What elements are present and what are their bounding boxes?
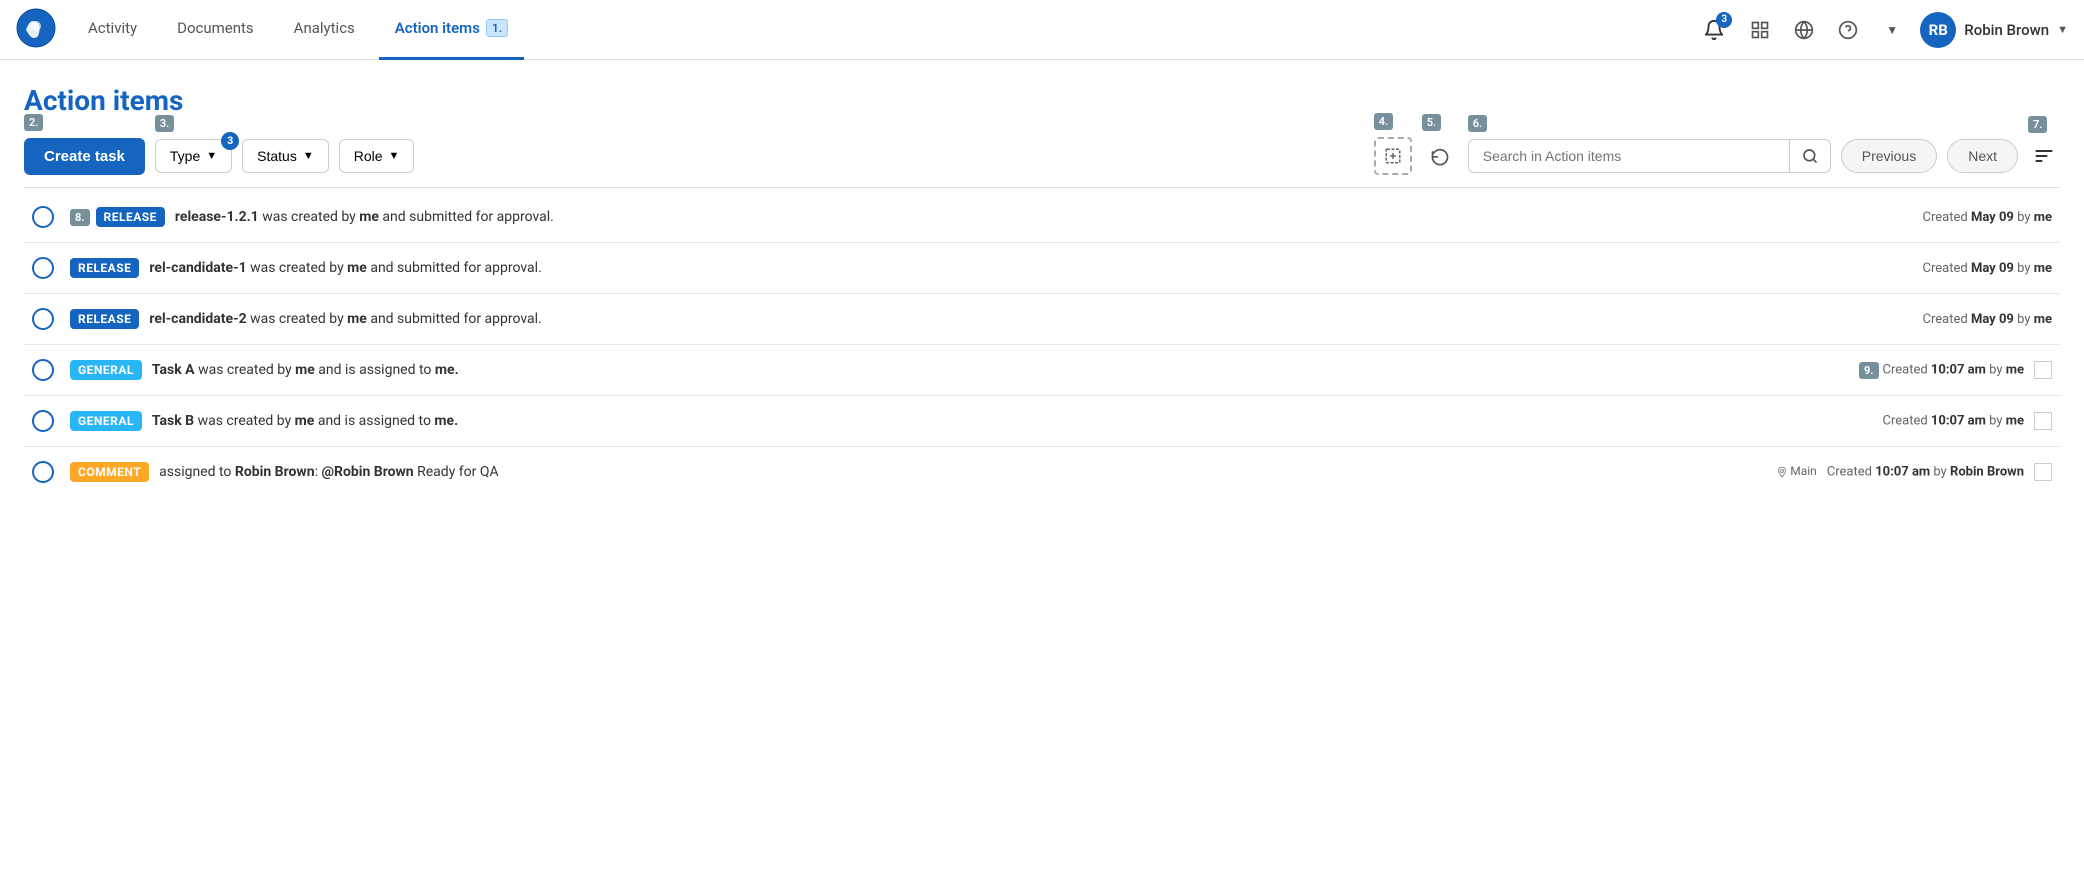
item-meta: MainCreated 10:07 am by Robin Brown [1768,447,2060,498]
role-filter-button[interactable]: Role ▼ [339,139,415,173]
items-table: 8. RELEASE release-1.2.1 was created by me… [24,192,2060,497]
table-row: 8. RELEASE release-1.2.1 was created by me… [24,192,2060,243]
step-2-badge: 2. [24,114,43,131]
status-chevron-icon: ▼ [303,150,314,162]
help-icon[interactable] [1832,14,1864,46]
item-meta: Created 10:07 am by me [1768,396,2060,447]
item-tag: GENERAL [70,411,142,431]
item-text: rel-candidate-2 was created by me and su… [149,311,541,327]
item-checkbox[interactable] [2034,361,2052,379]
page-title: Action items [24,84,2060,117]
table-row: GENERAL Task A was created by me and is a… [24,345,2060,396]
type-chevron-icon: ▼ [206,150,217,162]
search-input[interactable] [1469,140,1789,172]
create-task-button[interactable]: Create task [24,138,145,175]
item-meta: Created May 09 by me [1768,243,2060,294]
chevron-down-icon[interactable]: ▼ [1876,14,1908,46]
type-filter-badge: 3 [221,132,239,150]
role-chevron-icon: ▼ [389,150,400,162]
item-tag: RELEASE [96,207,165,227]
user-section[interactable]: RB Robin Brown ▼ [1920,12,2068,48]
search-area: 6. [1468,139,1831,173]
sort-button[interactable] [2028,140,2060,172]
logo[interactable] [16,8,72,52]
create-task-area: 2. Create task [24,138,145,175]
user-chevron-icon: ▼ [2057,23,2068,36]
page-content: Action items 2. Create task 3. Type ▼ 3 … [0,60,2084,497]
undo-area: 5. [1422,138,1458,174]
tab-analytics[interactable]: Analytics [278,0,371,60]
item-tag: RELEASE [70,309,139,329]
step-7-badge: 7. [2028,116,2047,133]
search-button[interactable] [1789,140,1830,172]
step-4-badge: 4. [1374,113,1393,130]
step-3-badge: 3. [155,115,174,132]
undo-button[interactable] [1422,138,1458,174]
navbar: Activity Documents Analytics Action item… [0,0,2084,60]
item-meta: Created May 09 by me [1768,192,2060,243]
step-5-badge: 5. [1422,114,1441,131]
item-text: rel-candidate-1 was created by me and su… [149,260,541,276]
item-meta: Created May 09 by me [1768,294,2060,345]
type-filter-button[interactable]: Type ▼ 3 [155,139,232,173]
next-button[interactable]: Next [1947,139,2018,173]
tab-action-items[interactable]: Action items 1. [379,0,524,60]
step-9-badge: 9. [1859,362,1879,379]
search-wrapper [1468,139,1831,173]
item-checkbox[interactable] [2034,463,2052,481]
item-tag: GENERAL [70,360,142,380]
item-circle[interactable] [32,410,54,432]
table-row: COMMENT assigned to Robin Brown: @Robin B… [24,447,2060,498]
toolbar: 2. Create task 3. Type ▼ 3 Status ▼ Role… [24,137,2060,188]
item-location: Main [1776,464,1817,478]
previous-button[interactable]: Previous [1841,139,1937,173]
step-8-badge: 8. [70,209,90,226]
table-row: RELEASE rel-candidate-2 was created by me… [24,294,2060,345]
item-tag: COMMENT [70,462,149,482]
table-row: RELEASE rel-candidate-1 was created by me… [24,243,2060,294]
item-circle[interactable] [32,206,54,228]
tab-documents[interactable]: Documents [161,0,270,60]
item-circle[interactable] [32,257,54,279]
item-text: release-1.2.1 was created by me and subm… [175,209,554,225]
item-tag: RELEASE [70,258,139,278]
navbar-actions: 3 ▼ RB Robin Brown ▼ [1696,12,2068,48]
item-circle[interactable] [32,359,54,381]
item-text: assigned to Robin Brown: @Robin Brown Re… [159,464,499,480]
action-items-badge: 1. [486,19,508,37]
grid-icon[interactable] [1744,14,1776,46]
user-name: Robin Brown [1964,21,2049,39]
item-text: Task A was created by me and is assigned… [152,362,459,378]
status-filter-button[interactable]: Status ▼ [242,139,329,173]
item-checkbox[interactable] [2034,412,2052,430]
add-target-button[interactable] [1374,137,1412,175]
avatar: RB [1920,12,1956,48]
item-circle[interactable] [32,461,54,483]
item-text: Task B was created by me and is assigned… [152,413,458,429]
navbar-tabs: Activity Documents Analytics Action item… [72,0,1696,60]
tab-activity[interactable]: Activity [72,0,153,60]
add-icon-area: 4. [1374,137,1412,175]
item-meta: 9.Created 10:07 am by me [1768,345,2060,396]
sort-area: 7. [2028,140,2060,172]
globe-icon[interactable] [1788,14,1820,46]
step-6-badge: 6. [1468,115,1487,132]
item-circle[interactable] [32,308,54,330]
table-row: GENERAL Task B was created by me and is a… [24,396,2060,447]
notif-count: 3 [1716,12,1732,28]
type-filter-area: 3. Type ▼ 3 [155,139,232,173]
notifications-button[interactable]: 3 [1696,12,1732,48]
